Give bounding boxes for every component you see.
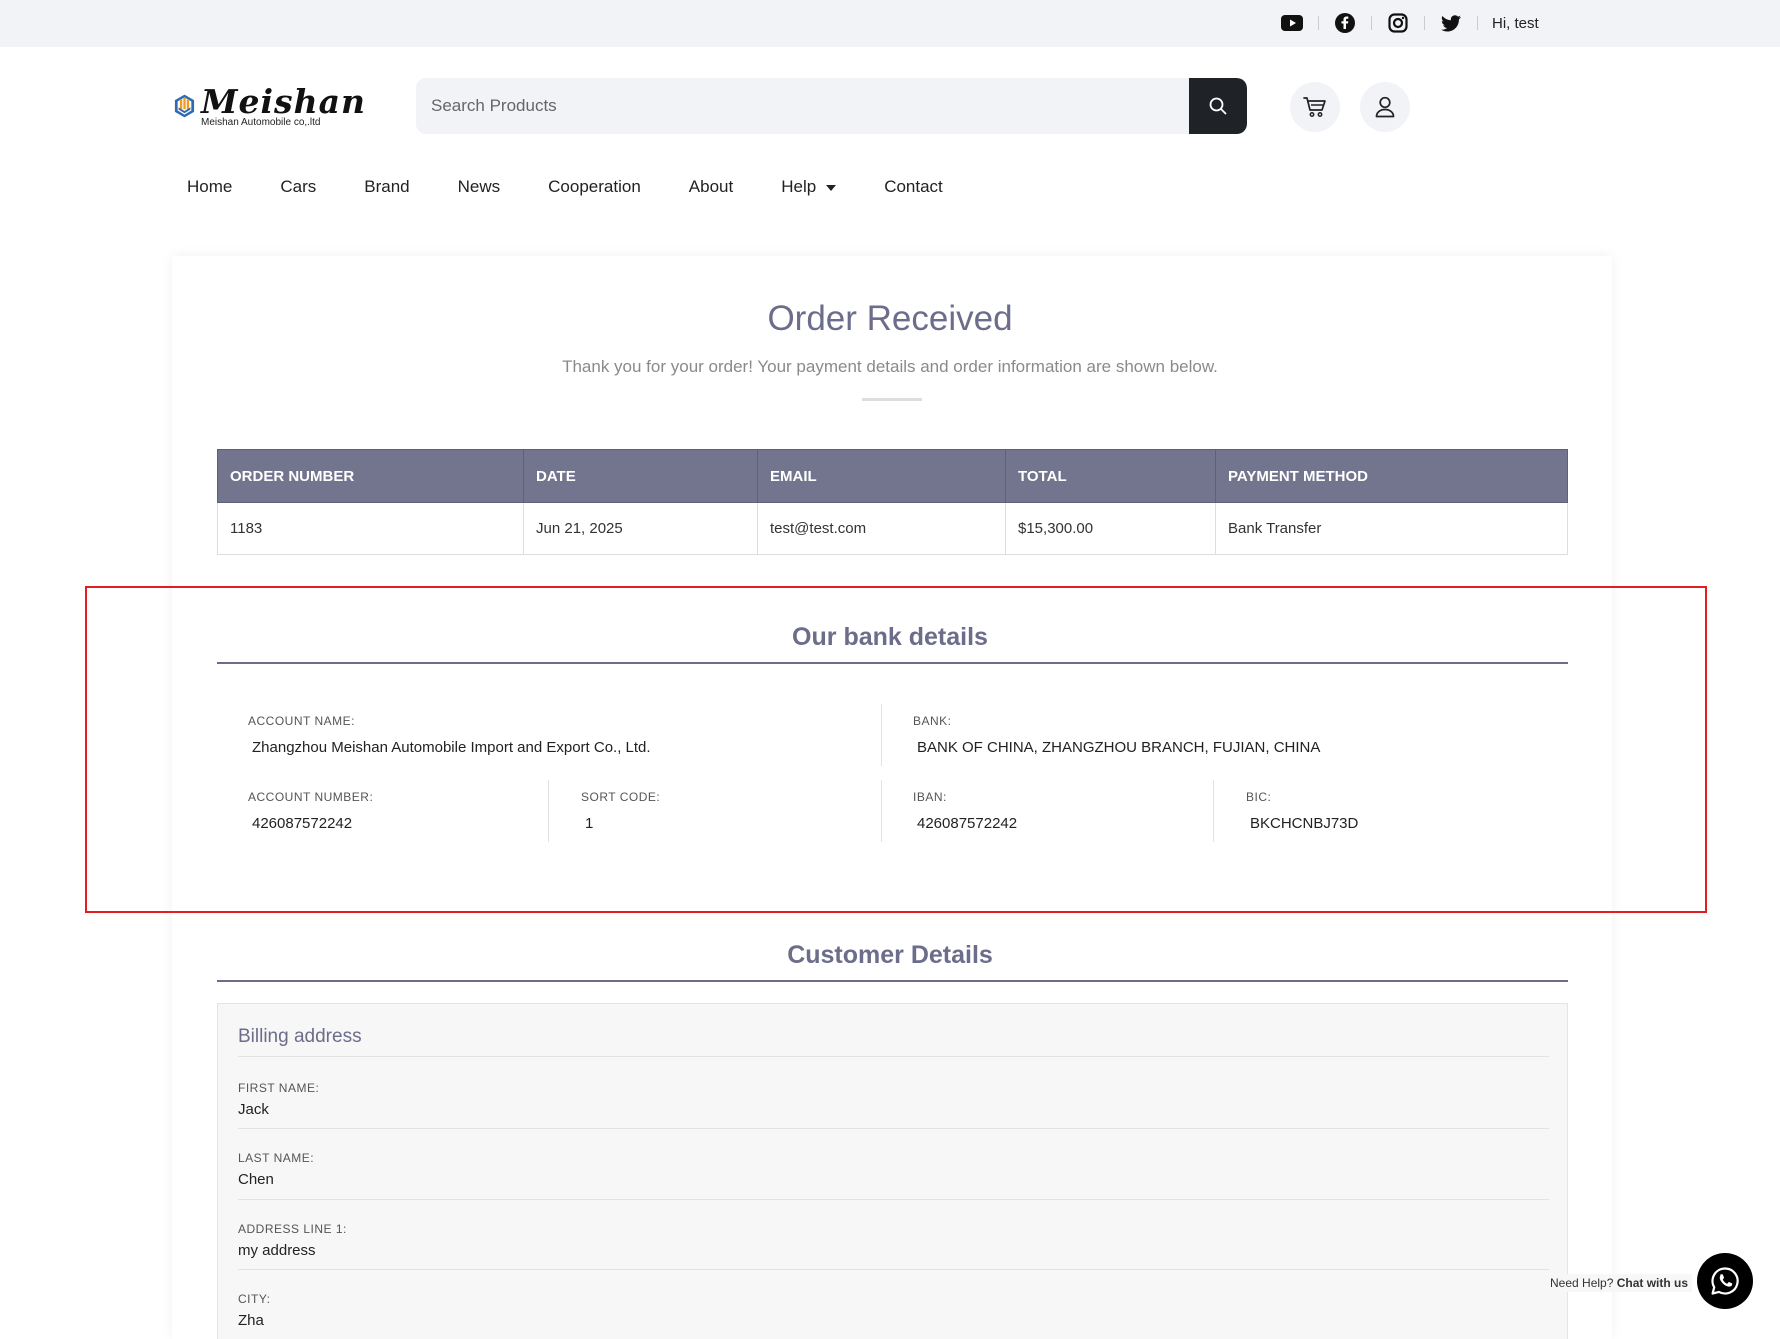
logo-mark-icon: [174, 94, 195, 118]
order-total-cell: $15,300.00: [1005, 502, 1216, 555]
divider: [238, 1199, 1549, 1200]
logo-title: Meishan: [200, 81, 366, 121]
divider: [238, 1128, 1549, 1129]
divider: [1318, 16, 1319, 30]
nav-home[interactable]: Home: [187, 177, 232, 197]
field-label: CITY:: [238, 1292, 271, 1306]
search-icon: [1209, 97, 1227, 115]
nav-cars[interactable]: Cars: [280, 177, 316, 197]
nav-contact[interactable]: Contact: [884, 177, 943, 197]
nav-brand[interactable]: Brand: [364, 177, 409, 197]
nav-about[interactable]: About: [689, 177, 733, 197]
customer-details-title: Customer Details: [787, 941, 993, 969]
page-title: Order Received: [767, 299, 1013, 338]
search-button[interactable]: [1189, 78, 1247, 134]
table-row: 1183 Jun 21, 2025 test@test.com $15,300.…: [217, 502, 1568, 555]
address-line-1-field: ADDRESS LINE 1: my address: [238, 1222, 347, 1259]
social-links: Hi, test: [1280, 11, 1539, 35]
site-logo[interactable]: Meishan Meishan Automobile co,.ltd: [174, 78, 366, 134]
top-bar: Hi, test: [0, 0, 1780, 47]
whatsapp-chat-button[interactable]: [1697, 1253, 1753, 1309]
divider: [1477, 16, 1478, 30]
nav-help[interactable]: Help: [781, 177, 837, 197]
field-value: my address: [238, 1242, 316, 1259]
divider: [217, 980, 1568, 982]
instagram-icon[interactable]: [1386, 11, 1410, 35]
divider: [238, 1056, 1549, 1057]
field-label: ADDRESS LINE 1:: [238, 1222, 347, 1236]
divider: [238, 1269, 1549, 1270]
table-header-row: ORDER NUMBER DATE EMAIL TOTAL PAYMENT ME…: [217, 449, 1568, 503]
last-name-field: LAST NAME: Chen: [238, 1151, 314, 1188]
need-help-text: Need Help?: [1550, 1276, 1614, 1290]
field-label: FIRST NAME:: [238, 1081, 320, 1095]
order-number-cell: 1183: [217, 502, 524, 555]
nav-news[interactable]: News: [458, 177, 501, 197]
page-subtitle: Thank you for your order! Your payment d…: [562, 357, 1218, 376]
order-email-cell: test@test.com: [757, 502, 1006, 555]
field-label: LAST NAME:: [238, 1151, 315, 1165]
field-value: Zha: [238, 1312, 264, 1329]
billing-address-panel: Billing address FIRST NAME: Jack LAST NA…: [217, 1003, 1568, 1339]
divider: [862, 398, 922, 401]
user-icon: [1375, 96, 1395, 118]
billing-address-title: Billing address: [238, 1026, 362, 1047]
chat-with-us-text: Chat with us: [1616, 1276, 1689, 1290]
facebook-icon[interactable]: [1333, 11, 1357, 35]
nav-help-label: Help: [781, 177, 817, 196]
chevron-down-icon: [826, 185, 837, 191]
field-value: Chen: [238, 1171, 274, 1188]
column-header: DATE: [523, 449, 758, 503]
whatsapp-icon: [1711, 1267, 1739, 1295]
twitter-icon[interactable]: [1439, 11, 1463, 35]
payment-method-cell: Bank Transfer: [1215, 502, 1568, 555]
highlight-box: [85, 586, 1707, 913]
youtube-icon[interactable]: [1280, 11, 1304, 35]
search-input[interactable]: [416, 78, 1188, 134]
divider: [1371, 16, 1372, 30]
first-name-field: FIRST NAME: Jack: [238, 1081, 319, 1118]
account-button[interactable]: [1360, 82, 1410, 132]
user-greeting[interactable]: Hi, test: [1492, 15, 1539, 32]
main-nav: Home Cars Brand News Cooperation About H…: [187, 177, 991, 197]
cart-icon: [1303, 97, 1326, 117]
field-value: Jack: [238, 1101, 269, 1118]
search-bar: [416, 78, 1247, 134]
order-summary-table: ORDER NUMBER DATE EMAIL TOTAL PAYMENT ME…: [217, 449, 1568, 555]
city-field: CITY: Zha: [238, 1292, 271, 1329]
cart-button[interactable]: [1290, 82, 1340, 132]
nav-cooperation[interactable]: Cooperation: [548, 177, 641, 197]
order-date-cell: Jun 21, 2025: [523, 502, 758, 555]
column-header: TOTAL: [1005, 449, 1216, 503]
column-header: PAYMENT METHOD: [1215, 449, 1568, 503]
logo-subtitle: Meishan Automobile co,.ltd: [200, 116, 321, 128]
divider: [1424, 16, 1425, 30]
column-header: EMAIL: [757, 449, 1006, 503]
column-header: ORDER NUMBER: [217, 449, 524, 503]
chat-prompt[interactable]: Need Help? Chat with us: [1546, 1274, 1693, 1292]
